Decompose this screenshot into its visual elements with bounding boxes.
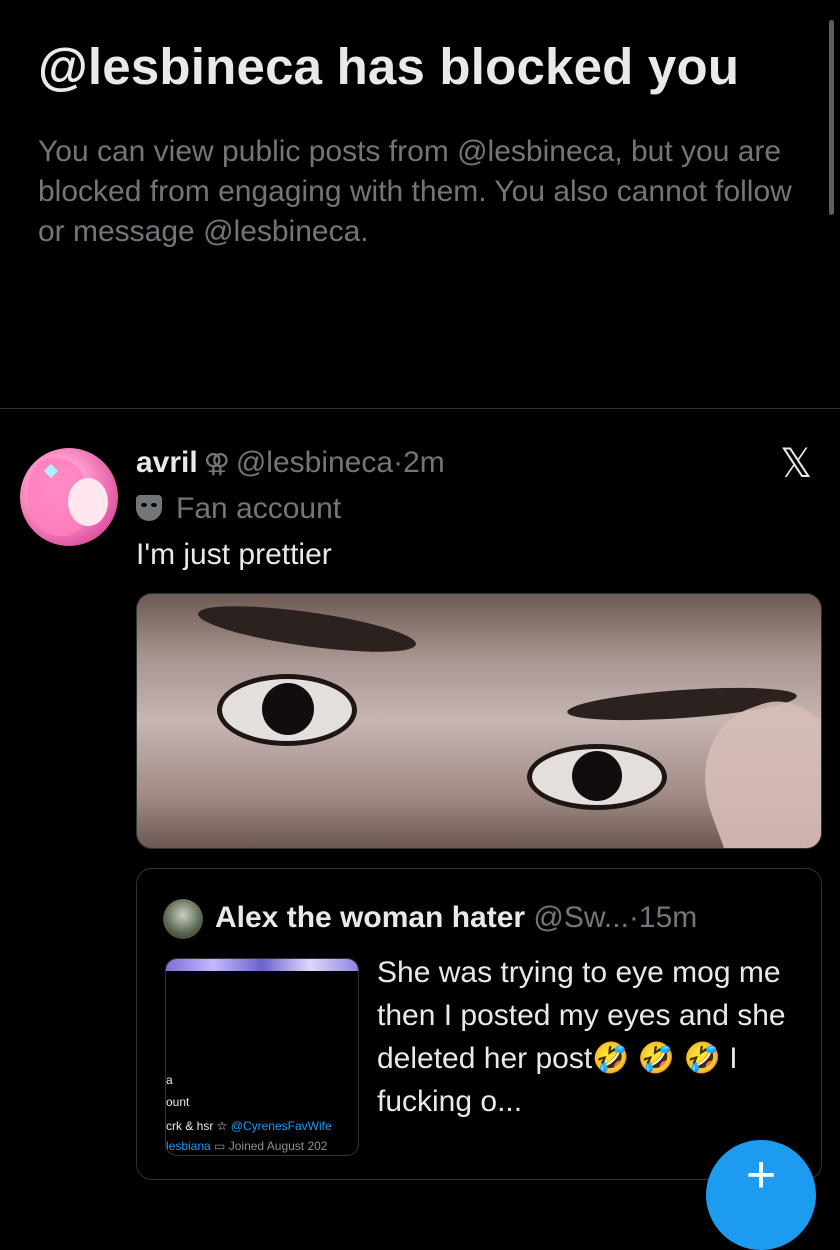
- avatar-face: [68, 478, 108, 526]
- gender-symbol: ⚢: [203, 448, 230, 478]
- timestamp[interactable]: 2m: [403, 446, 445, 479]
- thumb-crk-link: @CyrenesFavWife: [230, 1119, 332, 1133]
- blocked-notice: @lesbineca has blocked you You can view …: [38, 36, 808, 252]
- quoted-header: Alex the woman hater @Sw...·15m: [215, 898, 697, 938]
- plus-icon: +: [745, 1146, 777, 1204]
- compose-button[interactable]: +: [706, 1140, 816, 1250]
- quoted-avatar[interactable]: [163, 899, 203, 939]
- tweet-photo[interactable]: [136, 593, 822, 849]
- thumb-joined: Joined August 202: [228, 1139, 328, 1153]
- blocked-title: @lesbineca has blocked you: [38, 38, 740, 95]
- x-logo-icon: 𝕏: [780, 442, 813, 486]
- left-iris: [262, 683, 314, 735]
- quoted-handle: @Sw...: [533, 901, 629, 934]
- avatar[interactable]: [20, 448, 118, 546]
- quoted-display-name: Alex the woman hater: [215, 901, 526, 934]
- thumb-crk-text: crk & hsr ☆: [166, 1119, 228, 1133]
- thumb-line-bottom: lesbiana ▭ Joined August 202: [166, 1139, 327, 1153]
- handle[interactable]: @lesbineca: [236, 446, 393, 479]
- tweet-header: avril ⚢ @lesbineca·2m: [136, 443, 445, 483]
- divider: [0, 408, 840, 409]
- thumbnail-banner: [166, 959, 358, 971]
- calendar-icon: ▭: [214, 1139, 226, 1153]
- separator: ·: [393, 446, 404, 479]
- account-label-text: Fan account: [176, 492, 342, 525]
- theater-mask-icon: [136, 495, 162, 521]
- blocked-description: You can view public posts from @lesbinec…: [38, 135, 792, 248]
- right-eye: [527, 744, 667, 810]
- thumb-line-ount: ount: [166, 1095, 190, 1109]
- left-eye: [217, 674, 357, 746]
- left-brow: [195, 596, 419, 662]
- right-iris: [572, 751, 622, 801]
- tweet-text: I'm just prettier: [136, 538, 332, 571]
- quoted-timestamp: 15m: [638, 901, 698, 934]
- thumb-line-crk: crk & hsr ☆ @CyrenesFavWife: [166, 1119, 332, 1133]
- quoted-thumbnail[interactable]: a ount crk & hsr ☆ @CyrenesFavWife lesbi…: [165, 958, 359, 1156]
- account-label: Fan account: [136, 489, 341, 529]
- thumb-line-a: a: [166, 1073, 173, 1087]
- scrollbar[interactable]: [829, 20, 834, 215]
- thumb-esbiana: lesbiana: [166, 1139, 211, 1153]
- quoted-text: She was trying to eye mog me then I post…: [377, 956, 786, 1118]
- quoted-separator: ·: [628, 901, 639, 934]
- display-name[interactable]: avril: [136, 446, 198, 479]
